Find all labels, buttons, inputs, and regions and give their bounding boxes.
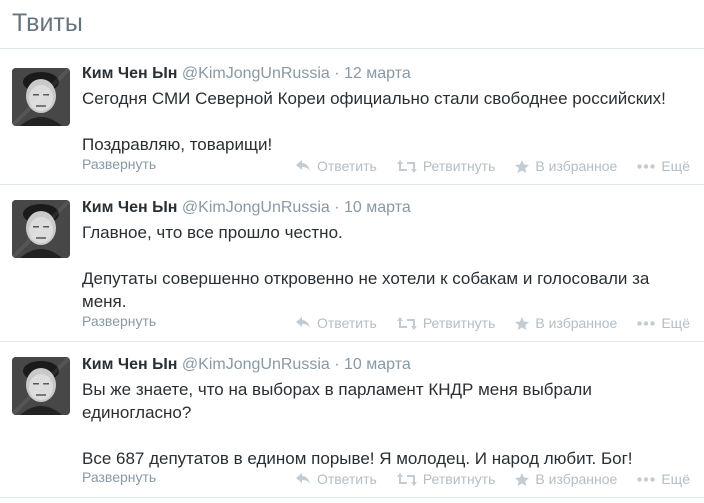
reply-icon [295,317,310,328]
retweet-icon [396,159,417,173]
more-dots-icon [637,476,656,482]
tweet-footer: Развернуть Ответить Ретвитнуть В избранн… [82,312,690,332]
favorite-label: В избранное [535,158,618,174]
tweet-header: Ким Чен Ын @KimJongUnRussia · 12 марта [82,64,690,84]
tweet-paragraph: Поздравляю, товарищи! [82,135,273,154]
reply-label: Ответить [316,471,377,487]
tweet-footer: Развернуть Ответить Ретвитнуть В избранн… [82,155,690,175]
tweet-paragraph: Главное, что все прошло честно. [82,223,343,242]
tweet-date[interactable]: 12 марта [344,65,411,82]
reply-label: Ответить [316,315,377,331]
tweet-paragraph: Депутаты совершенно откровенно не хотели… [82,269,650,311]
page-title: Твиты [12,9,83,37]
tweet-date[interactable]: 10 марта [344,356,411,373]
tweet-separator: · [334,199,340,216]
tweet-content: Ким Чен Ын @KimJongUnRussia · 10 марта В… [82,355,690,470]
reply-label: Ответить [316,158,377,174]
tweet-header: Ким Чен Ын @KimJongUnRussia · 10 марта [82,355,690,375]
star-icon [515,316,530,330]
tweet-username[interactable]: @KimJongUnRussia [182,65,330,82]
retweet-button[interactable]: Ретвитнуть [396,157,496,175]
avatar[interactable] [12,200,70,258]
tweet-content: Ким Чен Ын @KimJongUnRussia · 12 марта С… [82,64,690,156]
favorite-label: В избранное [535,315,618,331]
tweet-actions: Ответить Ретвитнуть В избранное Ещё [276,157,690,175]
tweet-content: Ким Чен Ын @KimJongUnRussia · 10 марта Г… [82,198,690,313]
tweet-text: Главное, что все прошло честно. Депутаты… [82,221,690,313]
reply-button[interactable]: Ответить [295,157,377,175]
tweet[interactable]: Ким Чен Ын @KimJongUnRussia · 10 марта Г… [0,185,704,342]
tweet-actions: Ответить Ретвитнуть В избранное Ещё [276,314,690,332]
favorite-button[interactable]: В избранное [515,470,617,488]
tweet-separator: · [334,356,340,373]
more-dots-icon [637,163,656,169]
reply-icon [295,160,310,171]
reply-button[interactable]: Ответить [295,314,377,332]
retweet-button[interactable]: Ретвитнуть [396,470,496,488]
favorite-label: В избранное [535,471,618,487]
timeline-header: Твиты [0,0,704,49]
tweet-paragraph: Вы же знаете, что на выборах в парламент… [82,380,592,422]
tweet-actions: Ответить Ретвитнуть В избранное Ещё [276,470,690,488]
expand-link[interactable]: Развернуть [82,312,156,330]
retweet-icon [396,472,417,486]
star-icon [515,159,530,173]
more-button[interactable]: Ещё [637,157,690,175]
tweet-fullname[interactable]: Ким Чен Ын [82,65,177,82]
tweet-paragraph: Все 687 депутатов в едином порыве! Я мол… [82,449,633,468]
retweet-label: Ретвитнуть [422,471,496,487]
tweet-username[interactable]: @KimJongUnRussia [182,356,330,373]
retweet-label: Ретвитнуть [422,315,496,331]
reply-button[interactable]: Ответить [295,470,377,488]
tweet-separator: · [334,65,340,82]
retweet-icon [396,316,417,330]
tweet-date[interactable]: 10 марта [344,199,411,216]
more-label: Ещё [661,158,690,174]
tweet-header: Ким Чен Ын @KimJongUnRussia · 10 марта [82,198,690,218]
tweet-text: Вы же знаете, что на выборах в парламент… [82,378,690,470]
tweet-fullname[interactable]: Ким Чен Ын [82,199,177,216]
tweet[interactable]: Ким Чен Ын @KimJongUnRussia · 10 марта В… [0,342,704,498]
tweet-footer: Развернуть Ответить Ретвитнуть В избранн… [82,468,690,488]
reply-icon [295,473,310,484]
avatar[interactable] [12,68,70,126]
star-icon [515,472,530,486]
tweet-paragraph: Сегодня СМИ Северной Кореи официально ст… [82,89,666,108]
tweet[interactable]: Ким Чен Ын @KimJongUnRussia · 12 марта С… [0,50,704,185]
more-label: Ещё [661,315,690,331]
more-button[interactable]: Ещё [637,314,690,332]
tweet-text: Сегодня СМИ Северной Кореи официально ст… [82,87,690,156]
more-button[interactable]: Ещё [637,470,690,488]
favorite-button[interactable]: В избранное [515,314,617,332]
expand-link[interactable]: Развернуть [82,468,156,486]
favorite-button[interactable]: В избранное [515,157,617,175]
more-dots-icon [637,320,656,326]
avatar[interactable] [12,357,70,415]
more-label: Ещё [661,471,690,487]
retweet-button[interactable]: Ретвитнуть [396,314,496,332]
expand-link[interactable]: Развернуть [82,155,156,173]
tweet-fullname[interactable]: Ким Чен Ын [82,356,177,373]
retweet-label: Ретвитнуть [422,158,496,174]
tweet-username[interactable]: @KimJongUnRussia [182,199,330,216]
